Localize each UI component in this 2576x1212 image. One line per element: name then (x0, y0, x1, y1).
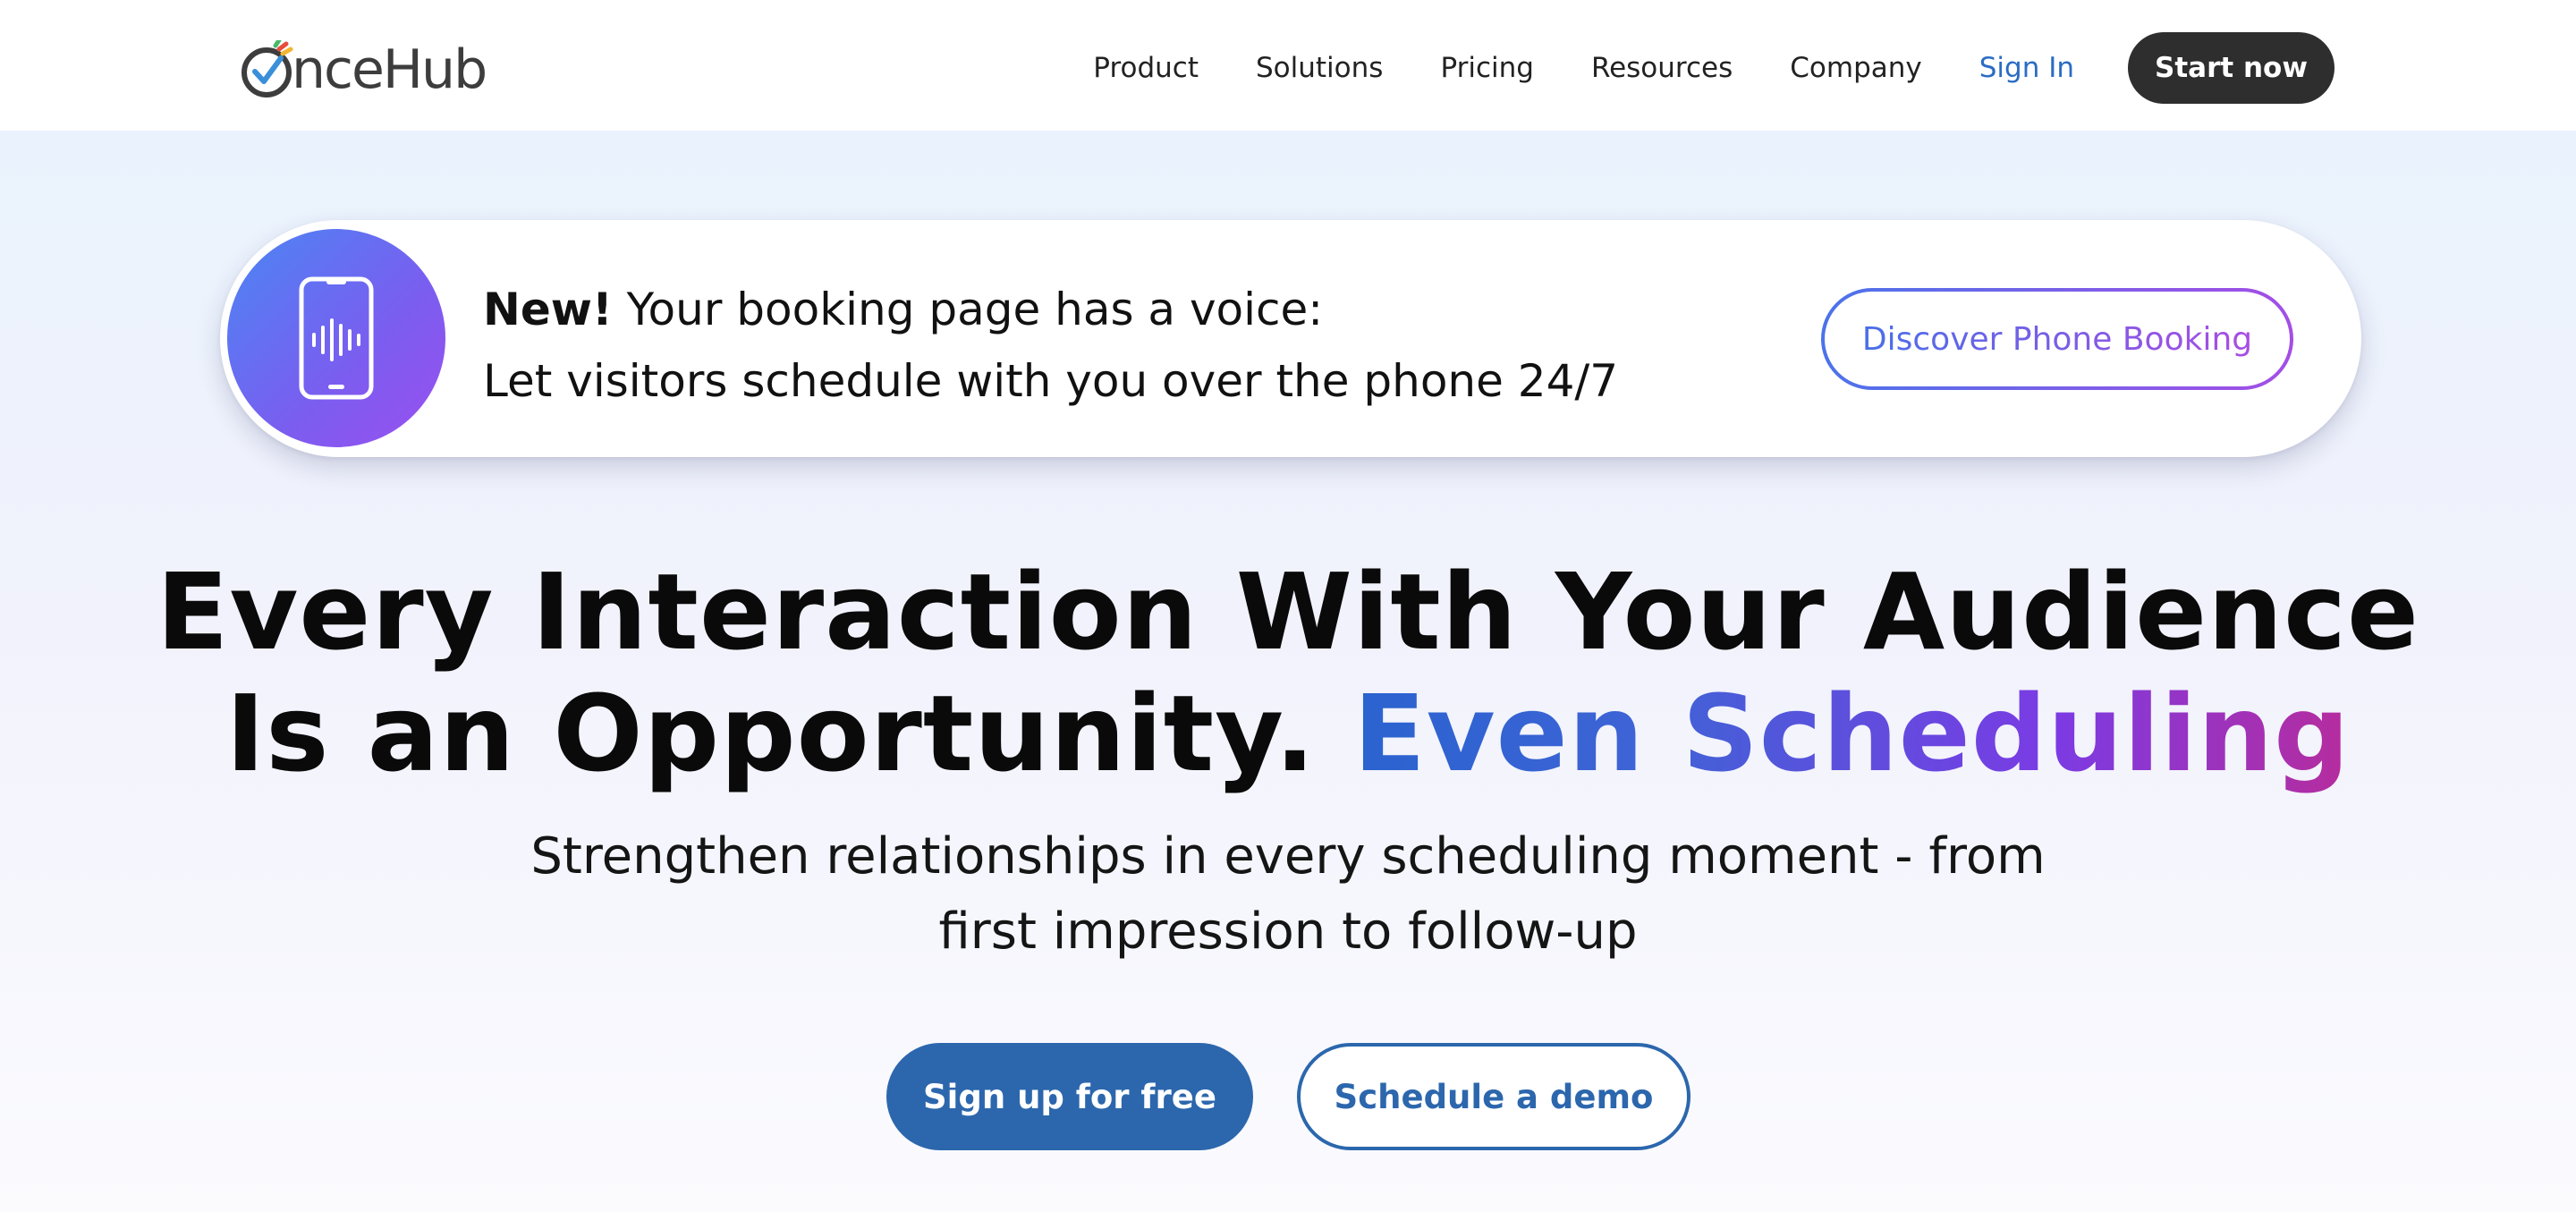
sign-in-link[interactable]: Sign In (1979, 52, 2074, 84)
announcement-banner: New! Your booking page has a voice: Let … (220, 220, 2361, 457)
banner-line-1: New! Your booking page has a voice: (483, 274, 1618, 345)
nav-resources[interactable]: Resources (1591, 52, 1733, 84)
oncehub-logo-icon (240, 40, 295, 99)
nav-solutions[interactable]: Solutions (1256, 52, 1383, 84)
headline-accent: Even Scheduling (1353, 672, 2351, 795)
hero-subheadline: Strengthen relationships in every schedu… (0, 819, 2576, 970)
hero-headline: Every Interaction With Your Audience Is … (0, 551, 2576, 794)
schedule-demo-button[interactable]: Schedule a demo (1297, 1043, 1690, 1150)
banner-message: New! Your booking page has a voice: Let … (483, 274, 1618, 417)
subline-line-2: first impression to follow-up (938, 903, 1638, 961)
phone-voice-icon (222, 224, 451, 453)
subline-line-1: Strengthen relationships in every schedu… (530, 827, 2046, 886)
site-header: nceHub Product Solutions Pricing Resourc… (0, 0, 2576, 131)
sign-up-free-button[interactable]: Sign up for free (886, 1043, 1253, 1150)
oncehub-logo[interactable]: nceHub (240, 36, 487, 104)
hero-section: New! Your booking page has a voice: Let … (0, 131, 2576, 1212)
discover-button-label: Discover Phone Booking (1861, 320, 2253, 358)
logo-wordmark: nceHub (292, 38, 487, 101)
discover-phone-booking-button[interactable]: Discover Phone Booking (1821, 288, 2293, 390)
headline-line-1: Every Interaction With Your Audience (156, 550, 2420, 674)
nav-pricing[interactable]: Pricing (1440, 52, 1534, 84)
main-nav: Product Solutions Pricing Resources Comp… (1093, 32, 2334, 104)
banner-line-2: Let visitors schedule with you over the … (483, 355, 1619, 407)
start-now-button[interactable]: Start now (2128, 32, 2334, 104)
discover-button-inner: Discover Phone Booking (1825, 292, 2290, 386)
nav-company[interactable]: Company (1790, 52, 1921, 84)
headline-line-2: Is an Opportunity. (225, 672, 1354, 795)
new-badge: New! (483, 284, 613, 335)
banner-line-1-text: Your booking page has a voice: (612, 284, 1324, 335)
nav-product[interactable]: Product (1093, 52, 1199, 84)
